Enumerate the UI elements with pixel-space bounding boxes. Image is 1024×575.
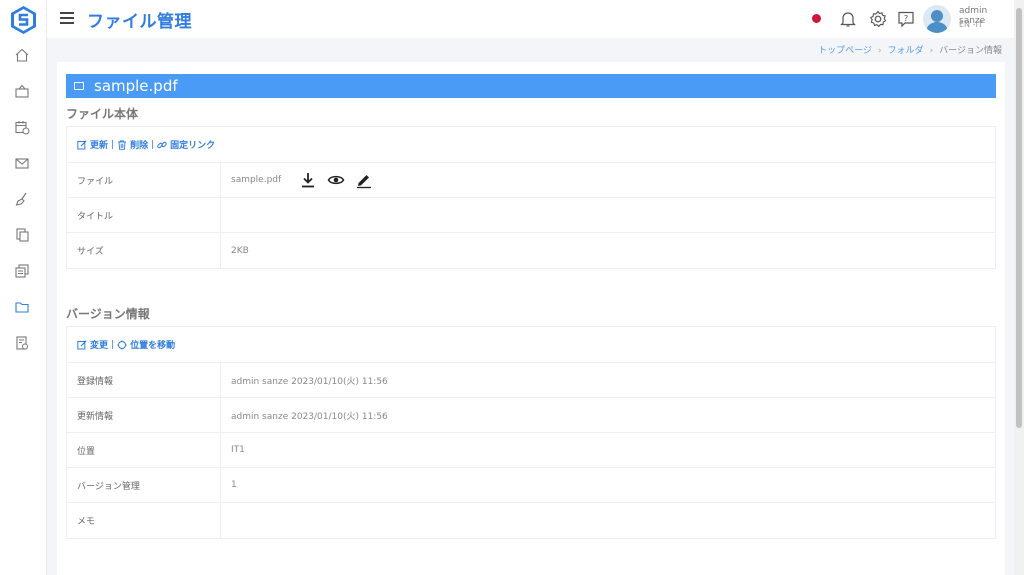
svg-text:?: ? bbox=[904, 14, 908, 23]
row-value bbox=[221, 503, 995, 538]
folder-icon[interactable] bbox=[12, 297, 32, 317]
row-value: sample.pdf bbox=[221, 163, 995, 197]
stacked-documents-icon[interactable] bbox=[12, 261, 32, 281]
row-value: 1 bbox=[231, 480, 237, 490]
title-row: タイトル bbox=[67, 198, 995, 233]
version-card: 変更 | 位置を移動 登録情報 admin sanze 2023/01/10(火… bbox=[66, 326, 996, 539]
row-value: 2KB bbox=[231, 245, 249, 256]
main-panel: sample.pdf ファイル本体 更新 | 削除 | 固定リンク ファイル s… bbox=[57, 62, 1005, 575]
move-position-button[interactable]: 位置を移動 bbox=[130, 338, 175, 351]
memo-row: メモ bbox=[67, 503, 995, 538]
file-card: 更新 | 削除 | 固定リンク ファイル sample.pdf タイトル サイズ… bbox=[66, 126, 996, 269]
permalink-button[interactable]: 固定リンク bbox=[170, 138, 215, 151]
breadcrumb-item-current: バージョン情報 bbox=[939, 46, 1002, 56]
file-name-value: sample.pdf bbox=[231, 175, 282, 185]
menu-icon[interactable] bbox=[60, 12, 74, 24]
version-actions: 変更 | 位置を移動 bbox=[67, 327, 995, 363]
documents-icon[interactable] bbox=[12, 225, 32, 245]
file-header: sample.pdf bbox=[66, 74, 996, 98]
app-logo-icon[interactable] bbox=[10, 5, 37, 35]
bell-icon[interactable] bbox=[838, 9, 858, 29]
breadcrumb-separator: › bbox=[877, 46, 882, 56]
version-section-title: バージョン情報 bbox=[66, 307, 150, 321]
download-icon[interactable] bbox=[299, 171, 317, 189]
update-button[interactable]: 更新 bbox=[90, 138, 108, 151]
calendar-icon[interactable] bbox=[12, 117, 32, 137]
trash-icon bbox=[118, 139, 127, 150]
row-value: admin sanze 2023/01/10(火) 11:56 bbox=[231, 411, 388, 422]
home-icon[interactable] bbox=[12, 45, 32, 65]
action-separator: | bbox=[151, 139, 155, 150]
mail-icon[interactable] bbox=[12, 153, 32, 173]
action-separator: | bbox=[111, 339, 115, 350]
size-row: サイズ 2KB bbox=[67, 233, 995, 268]
file-row: ファイル sample.pdf bbox=[67, 163, 995, 198]
location-row: 位置 IT1 bbox=[67, 433, 995, 468]
delete-button[interactable]: 削除 bbox=[130, 138, 148, 151]
update-info-row: 更新情報 admin sanze 2023/01/10(火) 11:56 bbox=[67, 398, 995, 433]
briefcase-icon[interactable] bbox=[12, 81, 32, 101]
user-language: EN -IT bbox=[959, 20, 983, 29]
row-value: IT1 bbox=[231, 445, 245, 455]
link-icon bbox=[157, 141, 167, 148]
sidebar bbox=[0, 0, 47, 575]
document-settings-icon[interactable] bbox=[12, 333, 32, 353]
row-label: バージョン管理 bbox=[67, 468, 221, 502]
status-dot bbox=[812, 14, 821, 23]
scrollbar-thumb[interactable] bbox=[1016, 8, 1022, 428]
broom-icon[interactable] bbox=[12, 189, 32, 209]
row-label: タイトル bbox=[67, 198, 221, 232]
folder-icon bbox=[74, 82, 84, 90]
row-label: 位置 bbox=[67, 433, 221, 467]
row-label: メモ bbox=[67, 503, 221, 538]
preview-eye-icon[interactable] bbox=[327, 171, 345, 189]
gear-icon[interactable] bbox=[868, 9, 888, 29]
file-section-title: ファイル本体 bbox=[66, 107, 139, 121]
row-value: admin sanze 2023/01/10(火) 11:56 bbox=[231, 376, 388, 387]
avatar[interactable] bbox=[923, 5, 951, 33]
row-label: ファイル bbox=[67, 163, 221, 197]
edit-icon bbox=[77, 139, 87, 149]
move-icon bbox=[117, 339, 127, 350]
row-value bbox=[221, 198, 995, 232]
breadcrumb-separator: › bbox=[929, 46, 934, 56]
edit-icon bbox=[77, 339, 87, 349]
help-icon[interactable]: ? bbox=[896, 9, 916, 29]
scrollbar[interactable] bbox=[1014, 0, 1024, 575]
app-title: ファイル管理 bbox=[87, 12, 192, 32]
breadcrumb: トップページ › フォルダ › バージョン情報 bbox=[818, 43, 1002, 56]
row-label: サイズ bbox=[67, 233, 221, 268]
edit-pencil-icon[interactable] bbox=[355, 171, 373, 189]
breadcrumb-item-top[interactable]: トップページ bbox=[818, 46, 872, 56]
action-separator: | bbox=[111, 139, 115, 150]
file-name-title: sample.pdf bbox=[94, 77, 178, 95]
row-label: 更新情報 bbox=[67, 398, 221, 432]
row-label: 登録情報 bbox=[67, 363, 221, 397]
file-actions: 更新 | 削除 | 固定リンク bbox=[67, 127, 995, 163]
version-control-row: バージョン管理 1 bbox=[67, 468, 995, 503]
change-button[interactable]: 変更 bbox=[90, 338, 108, 351]
registration-row: 登録情報 admin sanze 2023/01/10(火) 11:56 bbox=[67, 363, 995, 398]
top-bar: ファイル管理 ? admin sanze EN -IT bbox=[47, 0, 1014, 38]
breadcrumb-item-folder[interactable]: フォルダ bbox=[888, 46, 924, 56]
